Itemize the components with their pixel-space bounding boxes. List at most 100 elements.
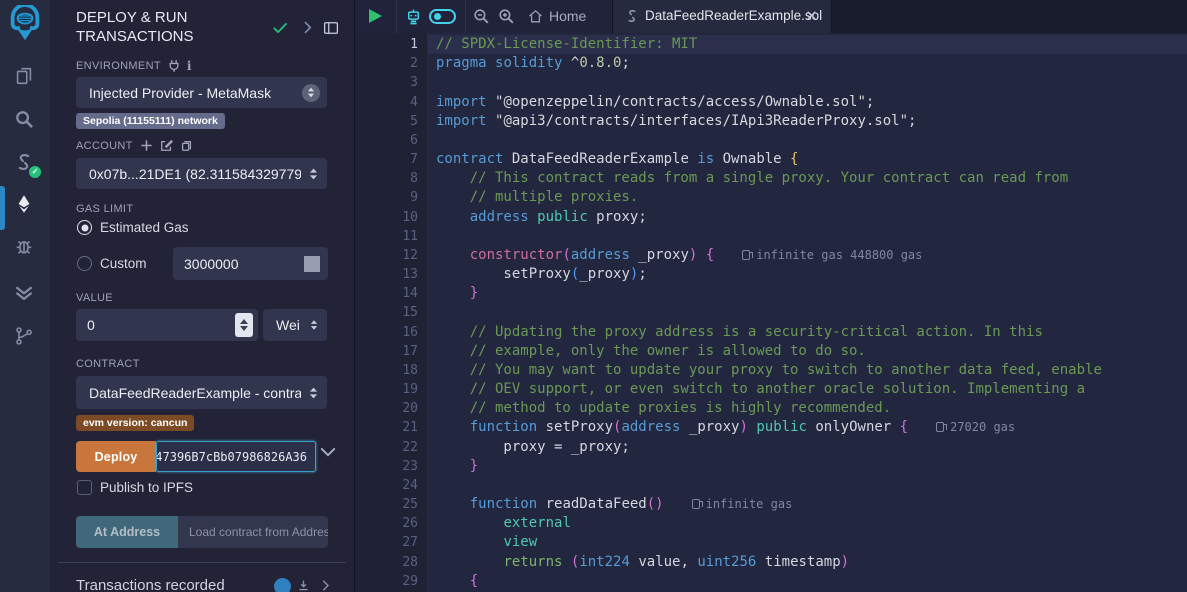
home-tab-label[interactable]: Home: [549, 8, 586, 24]
deploy-button[interactable]: Deploy: [76, 441, 156, 472]
line-number[interactable]: 17: [355, 342, 428, 361]
edit-account-icon[interactable]: [160, 139, 173, 152]
code-line[interactable]: 4import "@openzeppelin/contracts/access/…: [355, 93, 1187, 112]
line-number[interactable]: 24: [355, 476, 428, 495]
line-number[interactable]: 25: [355, 495, 428, 514]
code-line[interactable]: 21 function setProxy(address _proxy) pub…: [355, 418, 1187, 437]
line-number[interactable]: 8: [355, 169, 428, 188]
line-number[interactable]: 3: [355, 73, 428, 92]
line-number[interactable]: 10: [355, 208, 428, 227]
info-icon[interactable]: i: [187, 59, 192, 73]
code-line[interactable]: 5import "@api3/contracts/interfaces/IApi…: [355, 112, 1187, 131]
code-line[interactable]: 19 // OEV support, or even switch to ano…: [355, 380, 1187, 399]
code-editor[interactable]: 1// SPDX-License-Identifier: MIT2pragma …: [355, 33, 1187, 592]
sidebar-item-deploy-run[interactable]: [13, 193, 37, 217]
code-line[interactable]: 3: [355, 73, 1187, 92]
line-number[interactable]: 19: [355, 380, 428, 399]
zoom-out-icon[interactable]: [472, 7, 491, 26]
line-number[interactable]: 27: [355, 533, 428, 552]
code-line[interactable]: 18 // You may want to update your proxy …: [355, 361, 1187, 380]
code-line[interactable]: 2pragma solidity ^0.8.0;: [355, 54, 1187, 73]
line-number[interactable]: 14: [355, 284, 428, 303]
zoom-in-icon[interactable]: [497, 7, 516, 26]
code-line[interactable]: 27 view: [355, 533, 1187, 552]
code-line[interactable]: 15: [355, 303, 1187, 322]
line-number[interactable]: 2: [355, 54, 428, 73]
ai-assistant-robot-icon[interactable]: [403, 6, 424, 27]
sidebar-item-search[interactable]: [13, 108, 37, 132]
line-number[interactable]: 5: [355, 112, 428, 131]
line-number[interactable]: 22: [355, 438, 428, 457]
line-number[interactable]: 15: [355, 303, 428, 322]
sidebar-item-solidity-compiler[interactable]: ✓: [13, 151, 37, 175]
at-address-input[interactable]: Load contract from Address: [178, 516, 328, 548]
line-number[interactable]: 18: [355, 361, 428, 380]
code-line[interactable]: 29 {: [355, 572, 1187, 591]
contract-select[interactable]: DataFeedReaderExample - contracts: [76, 376, 327, 409]
code-line[interactable]: 12 constructor(address _proxy) {infinite…: [355, 246, 1187, 265]
line-number[interactable]: 29: [355, 572, 428, 591]
code-line[interactable]: 22 proxy = _proxy;: [355, 438, 1187, 457]
line-number[interactable]: 16: [355, 323, 428, 342]
code-line[interactable]: 25 function readDataFeed()infinite gas: [355, 495, 1187, 514]
pin-panel-icon[interactable]: [322, 19, 340, 37]
ai-toggle-switch[interactable]: [429, 9, 456, 24]
custom-gas-input[interactable]: 3000000: [173, 247, 328, 280]
sidebar-item-file-explorer[interactable]: [13, 65, 37, 89]
code-line[interactable]: 1// SPDX-License-Identifier: MIT: [355, 35, 1187, 54]
code-line[interactable]: 10 address public proxy;: [355, 208, 1187, 227]
code-line[interactable]: 23 }: [355, 457, 1187, 476]
deploy-expand-chevron-icon[interactable]: [320, 447, 336, 458]
deploy-address-input[interactable]: 0947396B7cBb07986826A36: [156, 441, 316, 472]
line-number[interactable]: 28: [355, 553, 428, 572]
line-number[interactable]: 9: [355, 188, 428, 207]
code-line[interactable]: 17 // example, only the owner is allowed…: [355, 342, 1187, 361]
code-line[interactable]: 8 // This contract reads from a single p…: [355, 169, 1187, 188]
code-line[interactable]: 26 external: [355, 514, 1187, 533]
save-transactions-icon[interactable]: [297, 579, 310, 592]
code-line[interactable]: 13 setProxy(_proxy);: [355, 265, 1187, 284]
line-number[interactable]: 23: [355, 457, 428, 476]
remix-logo-icon[interactable]: [6, 5, 44, 43]
tab-datafeedreaderexample[interactable]: DataFeedReaderExample.sol: [612, 0, 832, 33]
close-tab-icon[interactable]: [804, 8, 819, 23]
code-line[interactable]: 16 // Updating the proxy address is a se…: [355, 323, 1187, 342]
run-script-icon[interactable]: [369, 9, 382, 23]
code-line[interactable]: 14 }: [355, 284, 1187, 303]
at-address-button[interactable]: At Address: [76, 516, 178, 548]
code-line[interactable]: 24: [355, 476, 1187, 495]
publish-ipfs-checkbox[interactable]: [77, 480, 92, 495]
forward-arrow-icon[interactable]: [299, 19, 317, 37]
line-number[interactable]: 7: [355, 150, 428, 169]
custom-gas-radio[interactable]: [77, 256, 92, 271]
code-line[interactable]: 6: [355, 131, 1187, 150]
line-number[interactable]: 11: [355, 227, 428, 246]
line-number[interactable]: 13: [355, 265, 428, 284]
code-line[interactable]: 9 // multiple proxies.: [355, 188, 1187, 207]
line-number[interactable]: 4: [355, 93, 428, 112]
home-icon[interactable]: [527, 8, 544, 25]
code-line[interactable]: 28 returns (int224 value, uint256 timest…: [355, 553, 1187, 572]
value-input[interactable]: 0: [76, 309, 258, 341]
estimated-gas-radio[interactable]: [77, 220, 92, 235]
line-number[interactable]: 21: [355, 418, 428, 437]
add-account-icon[interactable]: [140, 139, 153, 152]
copy-account-icon[interactable]: [180, 139, 193, 152]
sidebar-item-debugger[interactable]: [13, 235, 37, 259]
value-unit-select[interactable]: Wei: [263, 309, 327, 341]
line-number[interactable]: 26: [355, 514, 428, 533]
code-line[interactable]: 20 // method to update proxies is highly…: [355, 399, 1187, 418]
line-number[interactable]: 12: [355, 246, 428, 265]
line-number[interactable]: 6: [355, 131, 428, 150]
plug-icon[interactable]: [168, 59, 180, 73]
line-number[interactable]: 20: [355, 399, 428, 418]
gas-input-spinner[interactable]: [304, 256, 320, 272]
value-spinner[interactable]: [235, 313, 253, 337]
transactions-expand-chevron-icon[interactable]: [318, 578, 333, 592]
environment-select[interactable]: Injected Provider - MetaMask: [76, 77, 327, 108]
sidebar-item-unit-testing[interactable]: [13, 281, 37, 305]
account-select[interactable]: 0x07b...21DE1 (82.3115843297797: [76, 158, 327, 189]
line-number[interactable]: 1: [355, 35, 428, 54]
code-line[interactable]: 7contract DataFeedReaderExample is Ownab…: [355, 150, 1187, 169]
sidebar-item-git[interactable]: [13, 325, 37, 349]
